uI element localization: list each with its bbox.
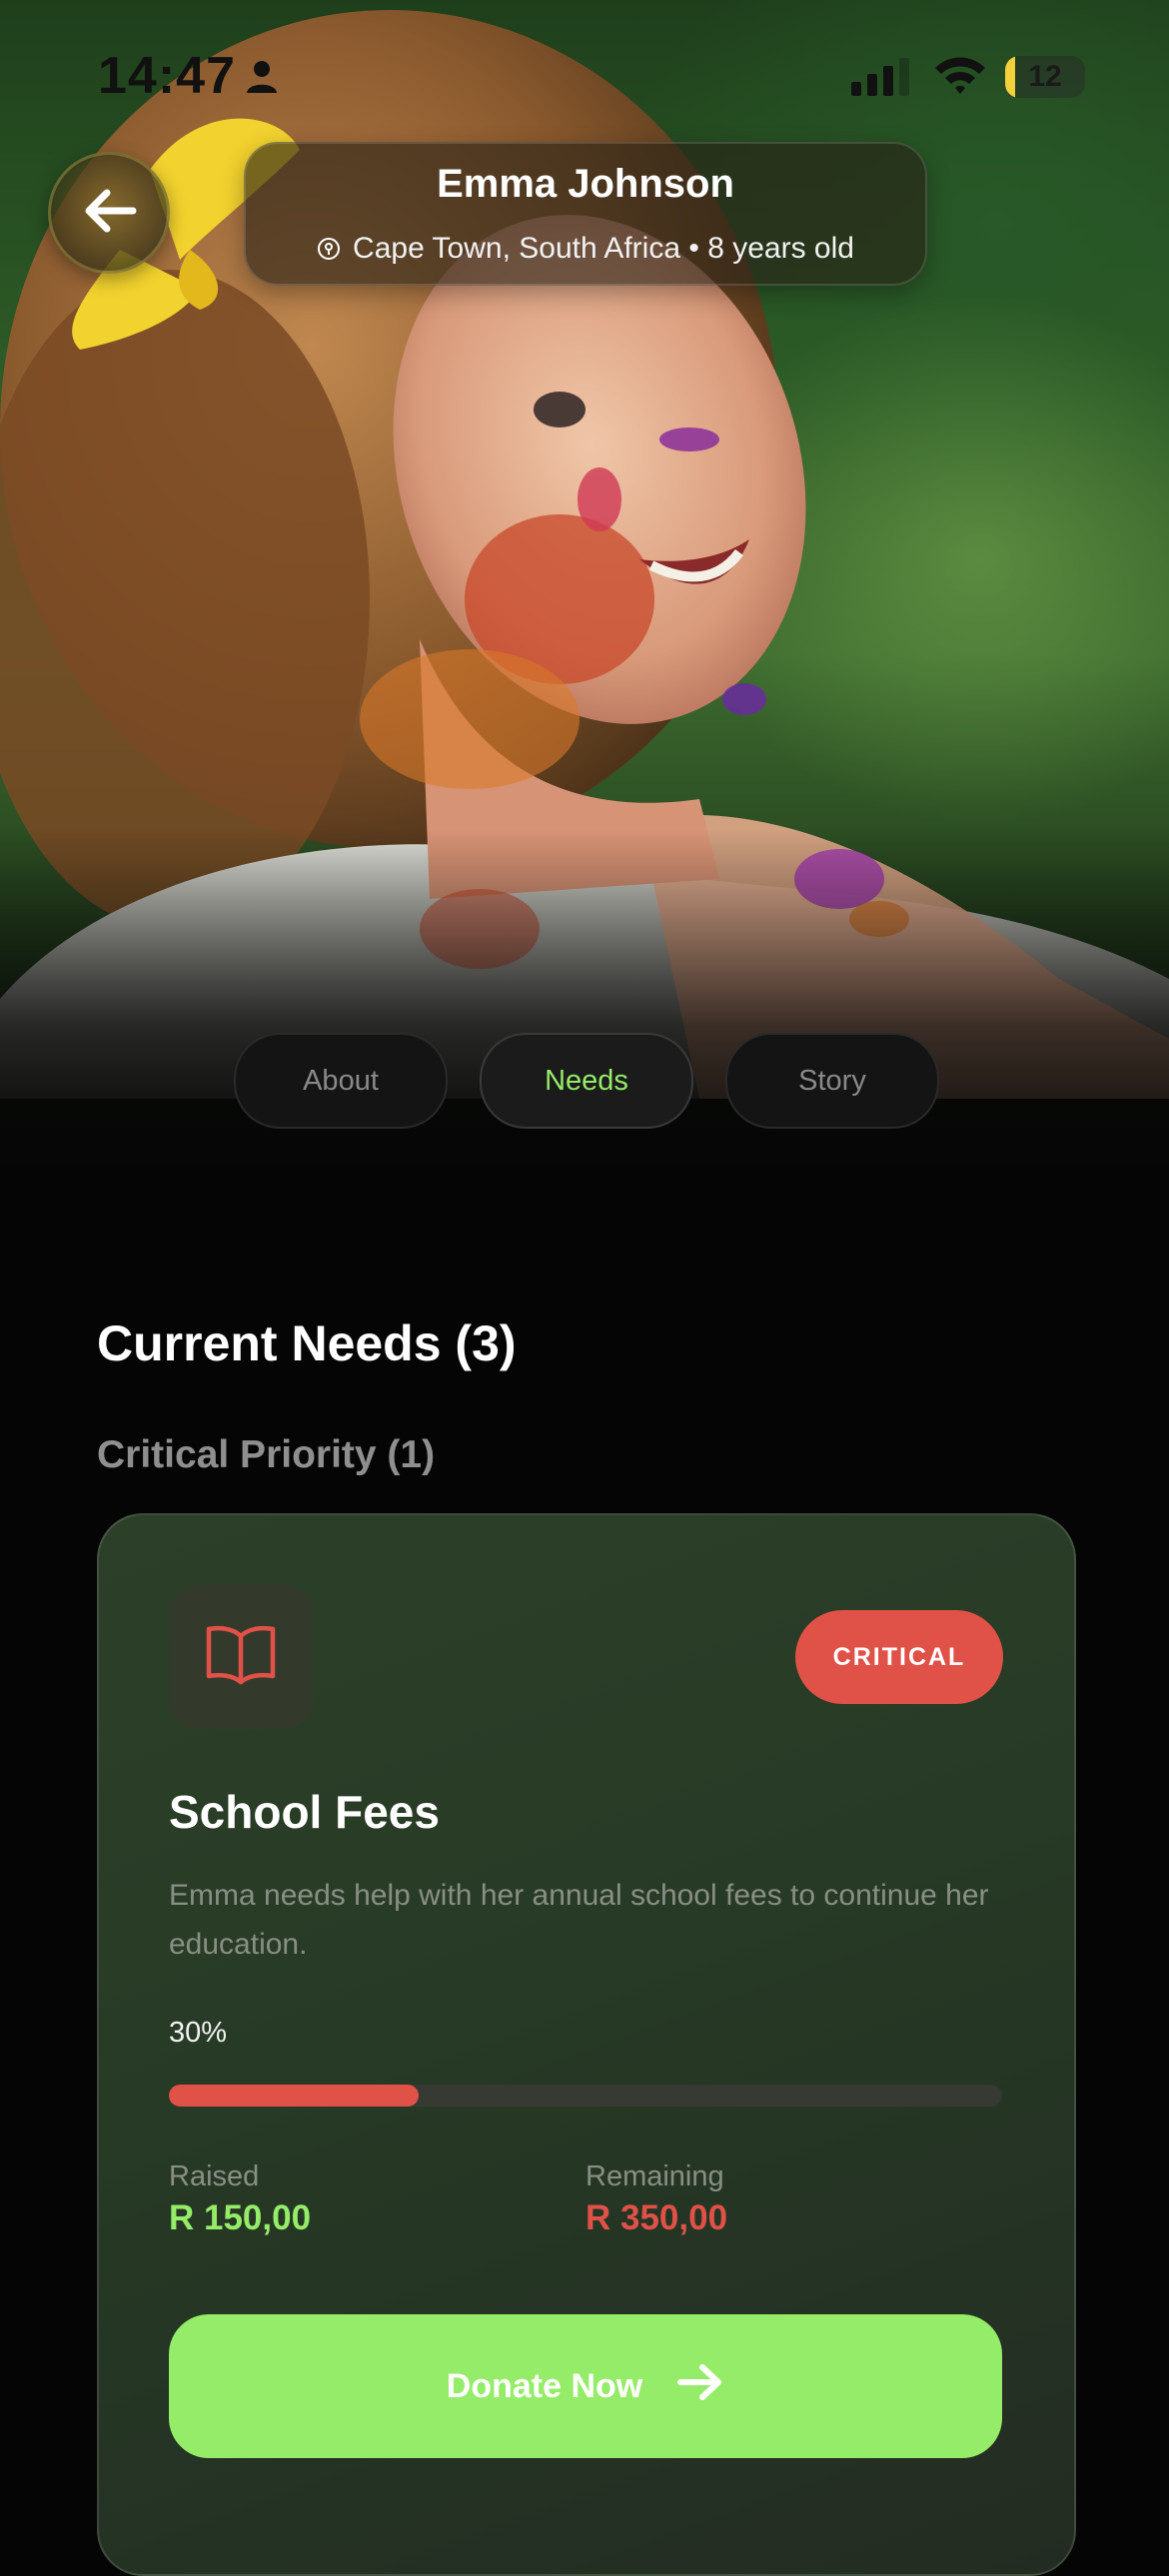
profile-header: Emma Johnson Cape Town, South Africa • 8… (244, 142, 927, 286)
location-icon (317, 237, 341, 261)
progress-fill (169, 2085, 420, 2107)
raised-value: R 150,00 (169, 2198, 312, 2237)
need-card: CRITICAL School Fees Emma needs help wit… (97, 1513, 1076, 2576)
critical-badge: CRITICAL (795, 1610, 1003, 1704)
signal-icon (851, 58, 911, 101)
hero-fade (0, 829, 1169, 1189)
tab-about[interactable]: About (234, 1033, 448, 1129)
back-button[interactable] (48, 152, 170, 274)
progress-percent: 30% (169, 2017, 228, 2049)
donate-button-label: Donate Now (446, 2366, 643, 2405)
remaining-label: Remaining (585, 2160, 724, 2192)
battery-icon: 12 (1005, 56, 1085, 98)
tab-bar: About Needs Story (234, 1033, 939, 1129)
raised-label: Raised (169, 2160, 260, 2192)
progress-track (169, 2085, 1002, 2107)
priority-group-title: Critical Priority (1) (97, 1433, 436, 1476)
need-icon-box (169, 1585, 313, 1729)
status-bar: 14:47 12 (0, 0, 1169, 150)
profile-meta-text: Cape Town, South Africa • 8 years old (353, 232, 854, 265)
profile-meta: Cape Town, South Africa • 8 years old (246, 232, 925, 266)
tab-story[interactable]: Story (725, 1033, 939, 1129)
need-title: School Fees (169, 1786, 440, 1838)
status-time: 14:47 (98, 47, 236, 105)
section-title: Current Needs (3) (97, 1315, 517, 1371)
need-description: Emma needs help with her annual school f… (169, 1879, 989, 1961)
arrow-left-icon (81, 187, 137, 240)
profile-name: Emma Johnson (437, 162, 734, 206)
donate-now-button[interactable]: Donate Now (169, 2314, 1002, 2458)
tab-needs[interactable]: Needs (480, 1033, 693, 1129)
battery-level: 12 (1028, 60, 1062, 93)
arrow-right-icon (676, 2362, 724, 2411)
person-icon (244, 58, 280, 99)
book-icon (205, 1624, 277, 1691)
remaining-value: R 350,00 (585, 2198, 728, 2237)
wifi-icon (933, 54, 987, 101)
